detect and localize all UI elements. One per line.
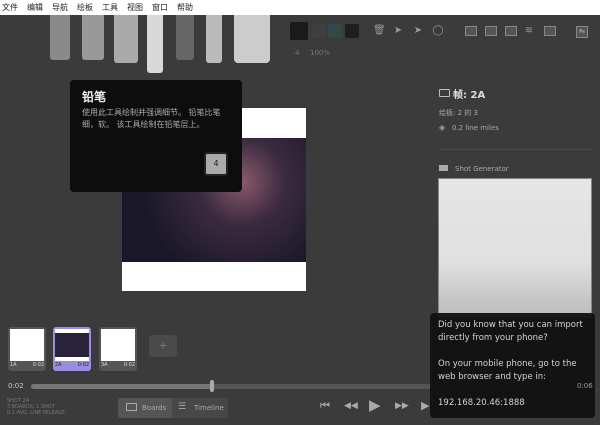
menu-tools[interactable]: 工具: [102, 2, 118, 13]
tip-line-1: Did you know that you can import directl…: [438, 320, 583, 343]
thumbnail-2a[interactable]: 2A 0:02: [53, 327, 91, 371]
menu-edit[interactable]: 编辑: [27, 2, 43, 13]
color-swatch-4[interactable]: [345, 24, 359, 38]
color-swatch-2[interactable]: [312, 24, 326, 38]
skip-start-icon[interactable]: ⏮: [320, 399, 330, 413]
add-board-button[interactable]: +: [149, 335, 177, 357]
thumb-label: 1A: [10, 362, 17, 368]
thumb-time: 0:02: [77, 362, 89, 368]
photoshop-icon[interactable]: Ps: [576, 26, 588, 38]
tip-line-2: On your mobile phone, go to the web brow…: [438, 359, 577, 382]
current-time: 0:02: [8, 382, 24, 390]
lasso-icon[interactable]: ◯: [432, 25, 444, 37]
layout-1-icon[interactable]: [465, 26, 477, 36]
tone-tool[interactable]: [114, 15, 138, 63]
timeline-handle[interactable]: [210, 380, 214, 392]
pen-tool[interactable]: [176, 15, 194, 60]
play-icon[interactable]: ▶: [369, 396, 381, 414]
thumb-label: 3A: [101, 362, 108, 368]
move-pointer-icon[interactable]: ➤: [412, 25, 424, 37]
end-time: 0:06: [577, 382, 593, 390]
brush-tool[interactable]: [82, 15, 104, 60]
brush-size: 4: [295, 49, 300, 57]
thumbnail-3a[interactable]: 3A 0:02: [99, 327, 137, 371]
color-swatch-3[interactable]: [328, 24, 342, 38]
tooltip-title: 铅笔: [82, 90, 107, 104]
shortcut-key: 4: [204, 152, 228, 176]
ip-address: 192.168.20.46:1888: [438, 398, 525, 408]
frame-title: 帧: 2A: [453, 90, 486, 101]
board-icon: [439, 89, 450, 97]
pencil-tool[interactable]: [147, 15, 163, 73]
thumb-time: 0:02: [123, 362, 135, 368]
next-icon[interactable]: ▶: [421, 399, 429, 412]
timeline-fill: [31, 384, 212, 389]
line-miles-icon: ◈: [439, 123, 446, 132]
camera-icon: [439, 165, 448, 171]
thumbnail-1a[interactable]: 1A 0:02: [8, 327, 46, 371]
color-swatch-1[interactable]: [290, 22, 308, 40]
fine-pen-tool[interactable]: [206, 15, 222, 63]
timeline-icon: ☰: [178, 402, 187, 412]
trash-icon[interactable]: 🗑: [373, 25, 386, 37]
menu-help[interactable]: 帮助: [177, 2, 193, 13]
shot-summary: SHOT 2A 3 BOARDS, 1 SHOT 0.1 AVG. LINE M…: [7, 398, 65, 416]
shot-generator-label: Shot Generator: [455, 165, 509, 173]
monitor-icon: [126, 403, 137, 411]
shot-generator-preview[interactable]: [438, 178, 592, 318]
add-pointer-icon[interactable]: ➤: [392, 25, 404, 37]
menu-window[interactable]: 窗口: [152, 2, 168, 13]
boards-label: Boards: [142, 404, 167, 412]
rewind-icon[interactable]: ◀◀: [344, 401, 358, 411]
phone-import-tip: Did you know that you can import directl…: [430, 313, 595, 418]
menu-view[interactable]: 视图: [127, 2, 143, 13]
layout-2-icon[interactable]: [485, 26, 497, 36]
menu-file[interactable]: 文件: [2, 2, 18, 13]
board-count: 绘板: 2 的 3: [439, 109, 478, 117]
export-icon[interactable]: [544, 26, 556, 36]
light-pencil-tool[interactable]: [50, 15, 70, 60]
thumb-time: 0:02: [32, 362, 44, 368]
thumb-label: 2A: [55, 362, 62, 368]
eraser-tool[interactable]: [234, 15, 270, 63]
summary-mileage: 0.1 AVG. LINE MILEAGE: [7, 410, 65, 416]
menu-navigate[interactable]: 导航: [52, 2, 68, 13]
layout-3-icon[interactable]: [505, 26, 517, 36]
line-miles: 0.2 line miles: [452, 124, 499, 132]
divider: [439, 149, 592, 150]
timeline-label: Timeline: [194, 404, 224, 412]
tooltip-body: 使用此工具绘制并强调细节。 铅笔比笔细，软。 该工具绘制在铅笔层上。: [82, 108, 221, 129]
opacity-value: 100%: [310, 49, 331, 57]
layers-icon[interactable]: ≋: [523, 25, 535, 37]
fast-forward-icon[interactable]: ▶▶: [395, 401, 409, 411]
menu-bar: 文件 编辑 导航 绘板 工具 视图 窗口 帮助: [0, 0, 600, 15]
menu-boards[interactable]: 绘板: [77, 2, 93, 13]
